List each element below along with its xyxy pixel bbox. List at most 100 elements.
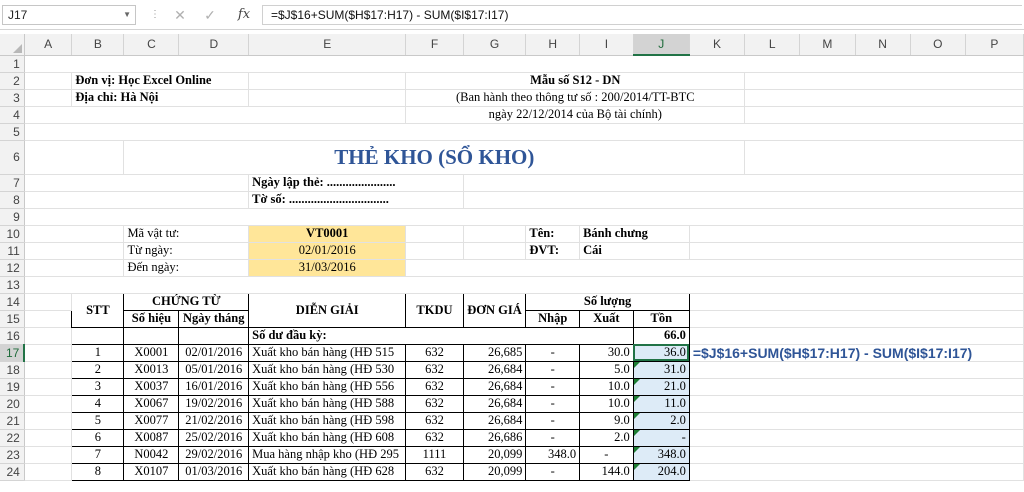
- cell[interactable]: [689, 361, 1024, 379]
- row-price[interactable]: 26,684: [462, 411, 527, 430]
- unit-name[interactable]: Đơn vị: Học Excel Online: [71, 72, 250, 90]
- row-voucher-date[interactable]: 05/01/2016: [178, 360, 250, 379]
- unit-address[interactable]: Địa chỉ: Hà Nội: [71, 89, 250, 107]
- issued-by[interactable]: (Ban hành theo thông tư số : 200/2014/TT…: [405, 89, 746, 107]
- row-header[interactable]: 19: [0, 378, 25, 396]
- header-price[interactable]: ĐƠN GIÁ: [462, 292, 527, 328]
- row-stt[interactable]: 7: [71, 445, 125, 464]
- cell[interactable]: [689, 327, 1024, 345]
- row-out[interactable]: 9.0: [579, 411, 634, 430]
- header-voucher-no[interactable]: Số hiệu: [123, 309, 180, 328]
- row-in[interactable]: 348.0: [525, 445, 581, 464]
- header-quantity[interactable]: Số lượng: [525, 292, 690, 311]
- empty-row[interactable]: [24, 276, 1024, 294]
- row-in[interactable]: -: [525, 360, 581, 379]
- row-out[interactable]: 30.0: [579, 343, 634, 362]
- row-stt[interactable]: 1: [71, 343, 125, 362]
- header-voucher-date[interactable]: Ngày tháng: [178, 309, 250, 328]
- unit-value[interactable]: Cái: [579, 242, 690, 260]
- issued-date[interactable]: ngày 22/12/2014 của Bộ tài chính): [405, 106, 746, 124]
- cell[interactable]: [123, 326, 180, 345]
- row-stt[interactable]: 6: [71, 428, 125, 447]
- header-voucher[interactable]: CHỨNG TỪ: [123, 292, 250, 311]
- row-out[interactable]: -: [579, 445, 634, 464]
- close-icon[interactable]: ✕: [168, 5, 192, 25]
- row-voucher-no[interactable]: N0042: [123, 445, 180, 464]
- opening-balance-value[interactable]: 66.0: [632, 326, 690, 345]
- cell[interactable]: [463, 174, 1024, 192]
- from-date-value[interactable]: 02/01/2016: [248, 242, 407, 260]
- active-cell-j17[interactable]: 36.0: [632, 343, 690, 362]
- row-stock[interactable]: 2.0: [632, 411, 690, 430]
- formula-input[interactable]: =$J$16+SUM($H$17:H17) - SUM($I$17:I17): [262, 5, 1022, 25]
- row-stt[interactable]: 5: [71, 411, 125, 430]
- cell[interactable]: [744, 89, 1024, 107]
- row-header[interactable]: 22: [0, 429, 25, 447]
- created-date[interactable]: Ngày lập thẻ: ......................: [248, 174, 464, 192]
- cell[interactable]: [689, 395, 1024, 413]
- cell[interactable]: [24, 395, 73, 413]
- chevron-down-icon[interactable]: ▼: [123, 6, 131, 24]
- row-header[interactable]: 3: [0, 89, 25, 107]
- row-description[interactable]: Mua hàng nhập kho (HĐ 295: [248, 445, 407, 464]
- row-stt[interactable]: 4: [71, 394, 125, 413]
- row-description[interactable]: Xuất kho bán hàng (HĐ 598: [248, 411, 407, 430]
- cell[interactable]: [689, 446, 1024, 464]
- cell[interactable]: [24, 412, 73, 430]
- row-in[interactable]: -: [525, 343, 581, 362]
- row-stock[interactable]: 204.0: [632, 462, 690, 481]
- insert-function-button[interactable]: fx: [232, 5, 256, 25]
- cell[interactable]: [24, 259, 125, 277]
- row-price[interactable]: 20,099: [462, 445, 527, 464]
- row-price[interactable]: 26,684: [462, 360, 527, 379]
- header-description[interactable]: DIỄN GIẢI: [248, 292, 407, 328]
- column-header-j[interactable]: J: [633, 34, 690, 56]
- row-header[interactable]: 24: [0, 463, 25, 481]
- row-header[interactable]: 18: [0, 361, 25, 379]
- row-voucher-no[interactable]: X0001: [123, 343, 180, 362]
- row-stock[interactable]: 21.0: [632, 377, 690, 396]
- cell[interactable]: [178, 326, 250, 345]
- cell[interactable]: [24, 191, 250, 209]
- empty-row[interactable]: [24, 208, 1024, 226]
- row-description[interactable]: Xuất kho bán hàng (HĐ 530: [248, 360, 407, 379]
- row-header[interactable]: 14: [0, 293, 25, 311]
- row-price[interactable]: 26,684: [462, 377, 527, 396]
- cell[interactable]: [689, 293, 1024, 311]
- cell[interactable]: [689, 378, 1024, 396]
- cell[interactable]: [24, 293, 73, 311]
- cell[interactable]: [463, 242, 527, 260]
- cell[interactable]: [24, 344, 73, 362]
- row-out[interactable]: 10.0: [579, 394, 634, 413]
- row-in[interactable]: -: [525, 462, 581, 481]
- row-header[interactable]: 15: [0, 310, 25, 328]
- to-date-value[interactable]: 31/03/2016: [248, 259, 407, 277]
- row-voucher-date[interactable]: 25/02/2016: [178, 428, 250, 447]
- column-header-n[interactable]: N: [855, 34, 911, 56]
- row-stock[interactable]: 348.0: [632, 445, 690, 464]
- cell[interactable]: [689, 412, 1024, 430]
- item-code-label[interactable]: Mã vật tư:: [123, 225, 250, 243]
- cell[interactable]: [463, 225, 527, 243]
- row-price[interactable]: 20,099: [462, 462, 527, 481]
- cell[interactable]: [24, 89, 73, 107]
- column-header-i[interactable]: I: [579, 34, 634, 56]
- row-header[interactable]: 1: [0, 55, 25, 73]
- cell[interactable]: [744, 106, 1024, 124]
- row-voucher-date[interactable]: 21/02/2016: [178, 411, 250, 430]
- opening-balance-label[interactable]: Số dư đầu kỳ:: [248, 326, 634, 345]
- cell[interactable]: [689, 463, 1024, 481]
- check-icon[interactable]: ✓: [198, 5, 222, 25]
- row-stock[interactable]: 11.0: [632, 394, 690, 413]
- header-stt[interactable]: STT: [71, 292, 125, 328]
- column-header-d[interactable]: D: [178, 34, 250, 56]
- cell[interactable]: [24, 327, 73, 345]
- row-out[interactable]: 5.0: [579, 360, 634, 379]
- row-description[interactable]: Xuất kho bán hàng (HĐ 608: [248, 428, 407, 447]
- row-account[interactable]: 1111: [405, 445, 464, 464]
- row-voucher-date[interactable]: 29/02/2016: [178, 445, 250, 464]
- cell[interactable]: [24, 446, 73, 464]
- row-header[interactable]: 23: [0, 446, 25, 464]
- cell[interactable]: [24, 242, 125, 260]
- row-voucher-date[interactable]: 16/01/2016: [178, 377, 250, 396]
